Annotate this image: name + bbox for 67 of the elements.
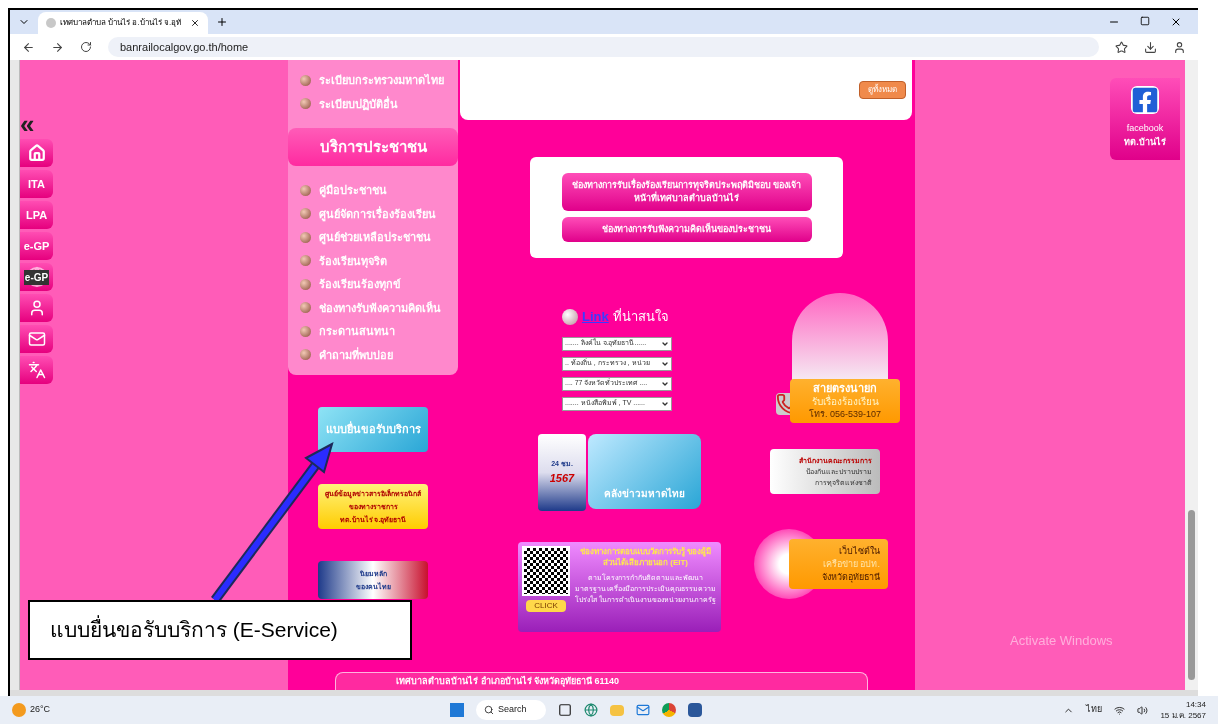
maximize-icon[interactable] <box>1140 16 1150 26</box>
site-favicon-icon <box>46 18 56 28</box>
forward-icon[interactable] <box>51 40 64 54</box>
home-icon <box>27 144 46 162</box>
profile-icon[interactable] <box>1173 40 1186 54</box>
network-banner-text: จังหวัดอุทัยธานี <box>822 570 880 584</box>
mail-icon <box>27 330 46 348</box>
menu-heading: บริการประชาชน <box>288 128 458 166</box>
new-tab-icon[interactable] <box>216 16 228 28</box>
translate-button[interactable] <box>20 356 53 384</box>
wifi-icon[interactable] <box>1114 704 1126 716</box>
network-banner-text: เว็บไซต์ใน <box>839 544 880 558</box>
facebook-card[interactable]: facebook ทต.บ้านไร่ <box>1110 78 1180 160</box>
speaker-icon[interactable] <box>1137 704 1149 716</box>
bookmark-star-icon[interactable] <box>1115 40 1128 54</box>
bullet-icon <box>300 74 311 86</box>
close-icon[interactable] <box>1170 16 1182 28</box>
mail-button[interactable] <box>20 325 53 353</box>
qr-code-icon <box>522 546 570 596</box>
side-link-button[interactable]: e-GP <box>20 263 53 291</box>
complaint-channel-button[interactable]: ช่องทางการรับเรื่องร้องเรียนการทุจริตประพฤติมิชอบ ของเจ้าหน้าที่เทศบาลตำบลบ้านไร่ <box>561 173 812 211</box>
annotation-callout: แบบยื่นขอรับบริการ (E-Service) <box>28 600 412 660</box>
bullet-icon <box>300 98 311 110</box>
reload-icon[interactable] <box>80 41 92 53</box>
footer-bar: เทศบาลตำบลบ้านไร่ อำเภอบ้านไร่ จังหวัดอุทัยธานี 61140 <box>335 672 868 690</box>
bullet-icon <box>300 302 311 314</box>
address-field[interactable]: banrailocalgov.go.th/home <box>108 37 1099 57</box>
download-icon[interactable] <box>1144 40 1157 54</box>
bullet-icon <box>300 208 311 220</box>
browser-icon[interactable] <box>584 703 599 717</box>
word-icon[interactable] <box>688 703 703 717</box>
start-icon[interactable] <box>450 703 465 717</box>
back-icon[interactable] <box>22 40 35 54</box>
side-link-button[interactable]: ITA <box>20 170 53 198</box>
link-bullet-icon <box>562 308 578 325</box>
side-link-button[interactable]: LPA <box>20 201 53 229</box>
network-banner-text: เครือข่าย อปท. <box>823 557 880 571</box>
home-button[interactable] <box>20 139 53 167</box>
clock-time[interactable]: 14:34 <box>1185 699 1206 710</box>
facebook-logo-icon <box>1131 86 1159 114</box>
hotline-badge[interactable]: สายตรงนายก รับเรื่องร้องเรียน โทร. 056-539-107 <box>790 379 900 423</box>
side-link-button[interactable]: e-GP <box>20 232 53 260</box>
scrollbar-thumb[interactable] <box>1188 510 1195 680</box>
bullet-icon <box>300 231 311 243</box>
links-caption: ที่น่าสนใจ <box>612 307 669 326</box>
bullet-icon <box>300 255 311 267</box>
bullet-icon <box>300 184 311 196</box>
input-language[interactable]: ไทย <box>1086 703 1103 717</box>
weather-temperature[interactable]: 26°C <box>30 703 51 717</box>
taskbar-search[interactable]: Search <box>476 700 547 720</box>
search-icon <box>484 705 495 715</box>
click-button[interactable]: CLICK <box>526 600 566 612</box>
close-icon[interactable] <box>190 18 200 28</box>
clock-date[interactable]: 15 ม.ค. 2567 <box>1160 710 1206 721</box>
bullet-icon <box>300 325 311 337</box>
browser-tab[interactable]: เทศบาลตำบล บ้านไร่ อ.บ้านไร่ จ.อุทั <box>38 12 208 34</box>
person-button[interactable] <box>20 294 53 322</box>
eit-title: ช่องทางการตอบแบบวัดการรับรู้ ของผู้มีส่วนได้เสียภายนอก (EIT) <box>578 546 713 568</box>
chrome-icon[interactable] <box>662 703 677 717</box>
os-watermark: Activate Windows <box>1010 631 1113 650</box>
collapse-icon[interactable]: « <box>20 114 50 136</box>
complaint-channel-button[interactable]: ช่องทางการรับฟังความคิดเห็นของประชาชน <box>561 217 812 242</box>
bullet-icon <box>300 349 311 361</box>
sun-icon <box>12 703 26 717</box>
bullet-icon <box>300 278 311 290</box>
mail-app-icon[interactable] <box>636 703 651 717</box>
translate-icon <box>27 361 46 379</box>
